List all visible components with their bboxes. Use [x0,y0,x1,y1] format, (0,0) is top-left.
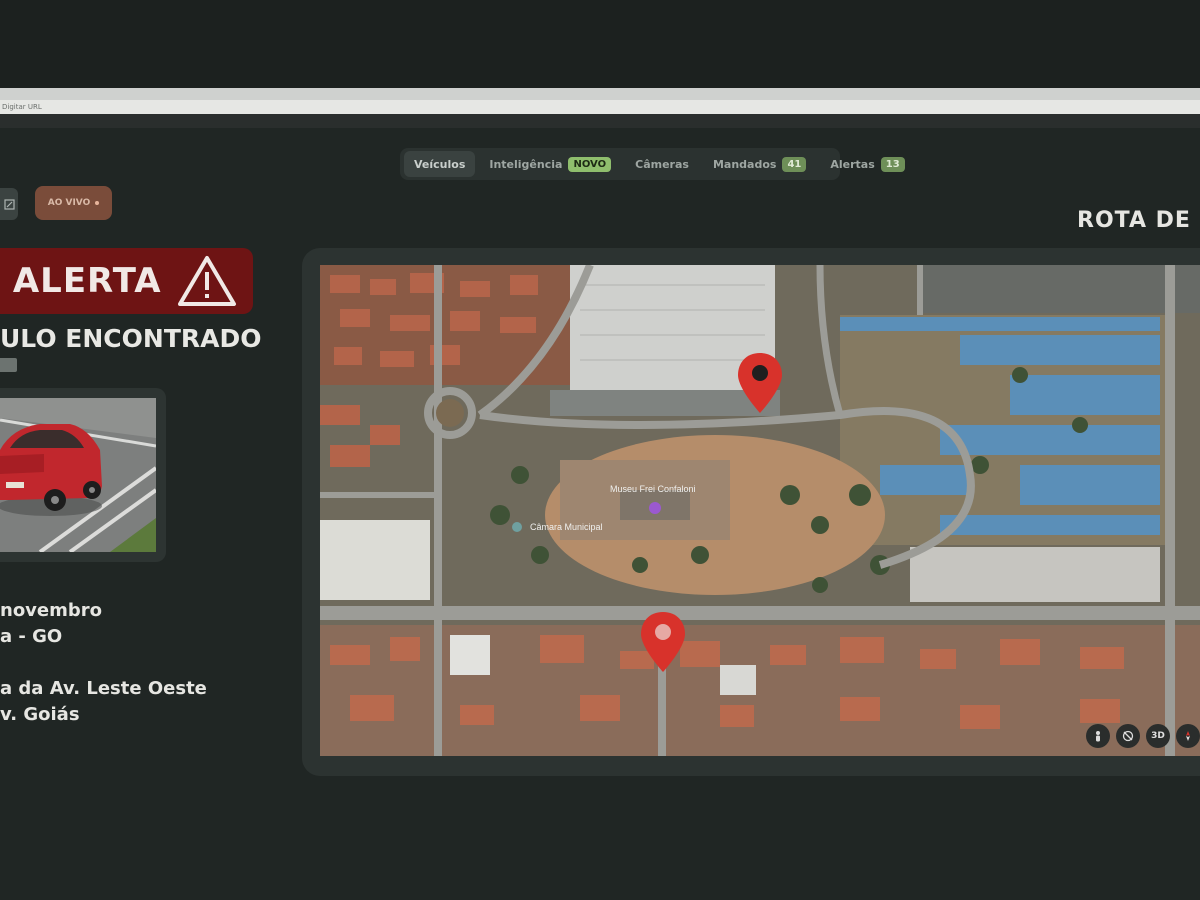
app-screen: Veículos Inteligência NOVO Câmeras Manda… [0,128,1200,900]
edit-button[interactable] [0,188,18,220]
info-city: a - GO [0,626,63,647]
vehicle-photo-card[interactable] [0,388,166,562]
museum-marker-icon [649,502,661,514]
tab-vehicles[interactable]: Veículos [404,151,476,177]
info-address-2: v. Goiás [0,704,80,725]
tab-label: Inteligência [489,157,563,171]
alert-info: novembro a - GO a da Av. Leste Oeste v. … [0,598,300,728]
compass-icon[interactable] [1176,724,1200,748]
tab-intelligence[interactable]: Inteligência NOVO [479,151,621,177]
alert-banner: ALERTA [0,248,253,314]
info-address-1: a da Av. Leste Oeste [0,678,207,699]
tab-warrants[interactable]: Mandados 41 [703,151,816,177]
tab-label: Veículos [414,157,466,171]
vehicle-photo [0,398,158,554]
live-label: AO VIVO [47,198,91,208]
browser-chrome: Digitar URL [0,88,1200,128]
alert-label: ALERTA [12,261,162,301]
url-bar[interactable]: Digitar URL [0,100,1200,114]
new-badge: NOVO [568,156,612,172]
tab-cameras[interactable]: Câmeras [625,151,699,177]
count-badge: 13 [880,156,905,172]
vehicle-found-title: ULO ENCONTRADO [0,324,262,353]
count-badge: 41 [782,156,807,172]
main-nav: Veículos Inteligência NOVO Câmeras Manda… [400,148,905,180]
edit-icon [3,198,15,210]
tab-alerts[interactable]: Alertas 13 [820,151,914,177]
compass-off-icon[interactable] [1116,724,1140,748]
plate-chip [0,358,17,372]
tab-label: Mandados [712,157,777,171]
map-controls: 3D [1086,724,1200,748]
poi-marker-icon [512,522,522,532]
map-label-museum: Museu Frei Confaloni [610,484,696,494]
map-label-camara: Câmara Municipal [530,522,603,532]
url-placeholder: Digitar URL [2,103,42,111]
tab-label: Alertas [830,157,875,171]
3d-toggle-button[interactable]: 3D [1146,724,1170,748]
person-icon[interactable] [1086,724,1110,748]
satellite-map[interactable]: Museu Frei Confaloni Câmara Municipal [320,265,1200,756]
top-dark-band [0,0,1200,88]
info-date: novembro [0,600,103,621]
warning-triangle-icon [177,256,236,306]
live-button[interactable]: AO VIVO [35,186,112,220]
route-title: ROTA DE I [1077,208,1200,233]
map-panel: Museu Frei Confaloni Câmara Municipal 3D [302,248,1200,776]
tab-label: Câmeras [635,157,689,171]
live-dot-icon [95,201,100,205]
